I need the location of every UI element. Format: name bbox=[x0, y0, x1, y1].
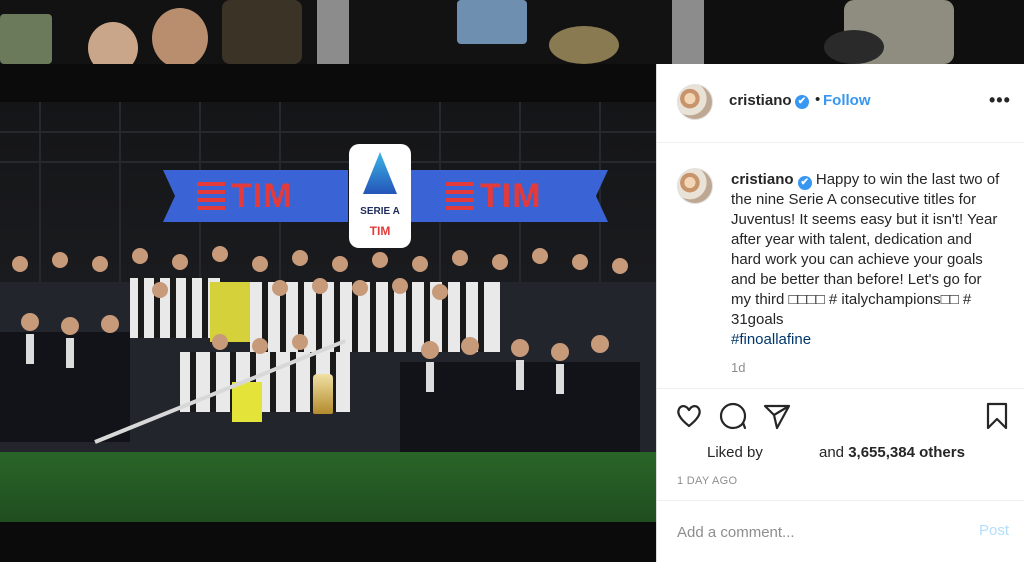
serie-a-logo-label: SERIE A bbox=[360, 206, 400, 217]
background-photo-tile bbox=[349, 0, 672, 64]
post-photo[interactable]: TIM TIM SERIE A TIM bbox=[0, 102, 656, 522]
caption-text: Happy to win the last two of the nine Se… bbox=[731, 171, 1000, 328]
follow-button[interactable]: Follow bbox=[823, 92, 871, 109]
background-strip bbox=[0, 0, 1024, 64]
divider bbox=[657, 500, 1024, 501]
serie-a-logo-sponsor: TIM bbox=[369, 224, 391, 238]
liked-by-label: Liked by bbox=[707, 444, 763, 461]
caption: cristiano ✔ Happy to win the last two of… bbox=[731, 170, 1001, 350]
hashtag-link[interactable]: #finoallafine bbox=[731, 331, 811, 348]
serie-a-logo: SERIE A TIM bbox=[349, 144, 411, 248]
verified-badge-icon: ✔ bbox=[797, 176, 812, 190]
dot-separator: • bbox=[815, 91, 821, 108]
heart-icon[interactable] bbox=[675, 402, 703, 430]
background-photo-tile bbox=[704, 0, 1024, 64]
post-sidebar: cristiano ✔ • Follow ••• cristiano ✔ Hap… bbox=[656, 64, 1024, 562]
username-link[interactable]: cristiano bbox=[729, 92, 792, 109]
likes-prefix: and bbox=[819, 444, 845, 461]
comment-input[interactable] bbox=[675, 516, 959, 548]
background-photo-tile bbox=[0, 0, 317, 64]
post-header: cristiano ✔ • Follow ••• bbox=[657, 64, 1024, 143]
trophy bbox=[313, 374, 333, 414]
verified-badge-icon: ✔ bbox=[795, 95, 809, 109]
likes-number: 3,655,384 others bbox=[848, 444, 965, 461]
caption-avatar[interactable] bbox=[677, 168, 713, 204]
caption-timestamp: 1d bbox=[731, 360, 746, 375]
comment-icon[interactable] bbox=[719, 402, 747, 430]
post-comment-button[interactable]: Post bbox=[979, 522, 1009, 539]
tim-banner-right: TIM bbox=[410, 170, 608, 222]
caption-username[interactable]: cristiano bbox=[731, 171, 794, 188]
post-date: 1 DAY AGO bbox=[677, 475, 738, 487]
more-options-icon[interactable]: ••• bbox=[989, 90, 1011, 111]
tim-banner-left: TIM bbox=[163, 170, 348, 222]
divider bbox=[657, 388, 1024, 389]
bookmark-icon[interactable] bbox=[983, 402, 1011, 430]
likes-count[interactable]: and 3,655,384 others bbox=[819, 444, 965, 461]
avatar[interactable] bbox=[677, 84, 713, 120]
share-icon[interactable] bbox=[763, 402, 791, 430]
